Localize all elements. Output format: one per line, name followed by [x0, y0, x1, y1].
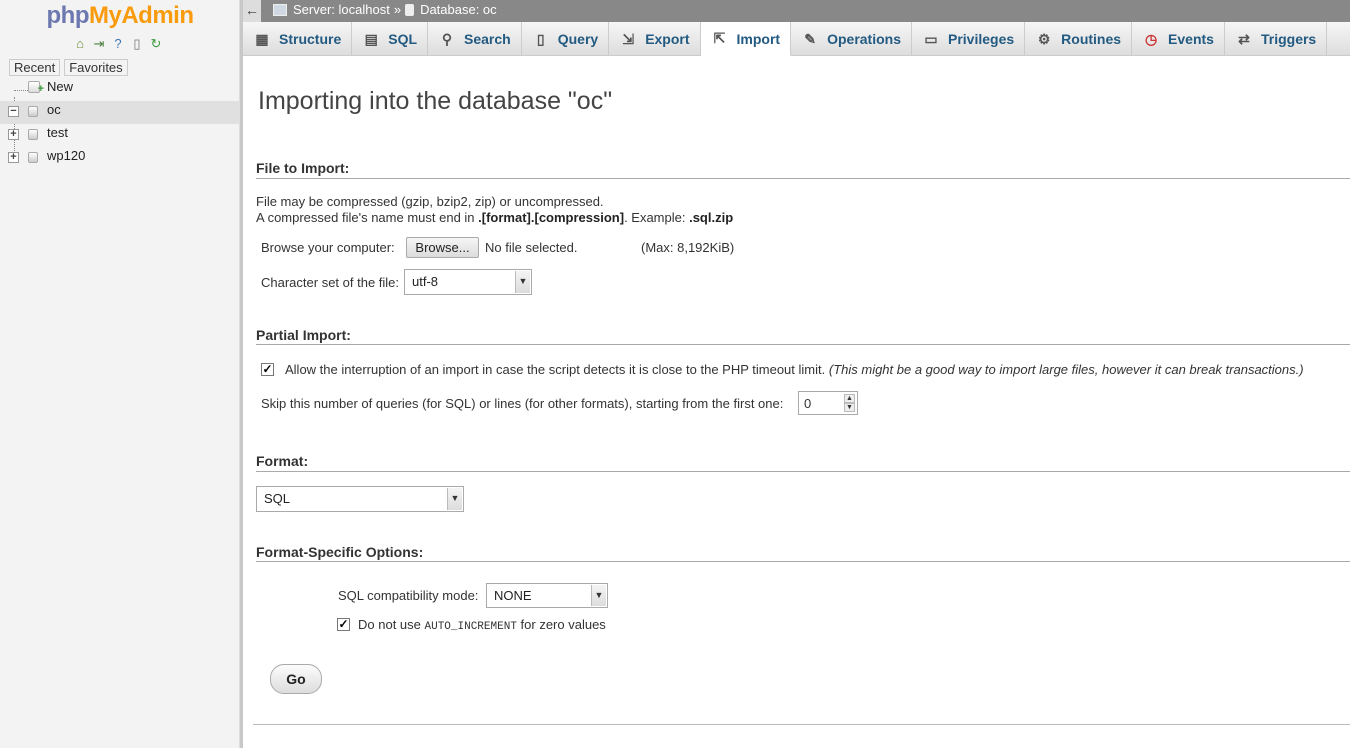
- database-tree: New − oc + test + wp120: [0, 78, 240, 170]
- tab-routines[interactable]: ⚙ Routines: [1025, 22, 1133, 56]
- no-auto-increment-label[interactable]: Do not use AUTO_INCREMENT for zero value…: [358, 617, 606, 633]
- partial-import-heading: Partial Import:: [256, 327, 351, 343]
- import-page: Importing into the database "oc" File to…: [243, 57, 1350, 748]
- section-divider: [253, 724, 1350, 725]
- tree-item-test[interactable]: + test: [0, 124, 240, 147]
- operations-icon: ✎: [804, 30, 816, 47]
- tab-export[interactable]: ⇲ Export: [609, 22, 701, 56]
- structure-icon: ▦: [255, 30, 269, 47]
- triggers-icon: ⇄: [1238, 30, 1250, 47]
- spin-up-icon[interactable]: ▲: [844, 394, 855, 403]
- tab-privileges[interactable]: ▭ Privileges: [912, 22, 1026, 56]
- tree-item-label[interactable]: test: [47, 124, 68, 142]
- quick-icons: ⌂ ⇥ ? ▯ ↻: [72, 36, 164, 54]
- compression-example: A compressed file's name must end in .[f…: [256, 210, 734, 225]
- section-divider: [256, 344, 1350, 345]
- section-divider: [256, 178, 1350, 179]
- tree-connector: [14, 90, 28, 91]
- main-tabs: ▦ Structure ▤ SQL ⚲ Search ▯ Query ⇲ Export ⇱…: [243, 22, 1350, 56]
- favorites-tab[interactable]: Favorites: [64, 59, 128, 76]
- phpmyadmin-logo[interactable]: phpMyAdmin: [0, 2, 240, 30]
- privileges-icon: ▭: [924, 30, 938, 47]
- docs-icon[interactable]: ▯: [129, 36, 145, 52]
- tab-triggers[interactable]: ⇄ Triggers: [1225, 22, 1328, 56]
- tree-item-oc[interactable]: − oc: [0, 101, 240, 124]
- compat-mode-select[interactable]: NONE ▼: [486, 583, 608, 608]
- tab-operations[interactable]: ✎ Operations: [791, 22, 912, 56]
- allow-interrupt-label[interactable]: Allow the interruption of an import in c…: [285, 362, 1304, 377]
- logout-icon[interactable]: ⇥: [91, 36, 107, 52]
- import-icon: ⇱: [713, 30, 726, 46]
- tab-sql[interactable]: ▤ SQL: [352, 22, 429, 56]
- skip-queries-label: Skip this number of queries (for SQL) or…: [261, 396, 784, 411]
- format-select[interactable]: SQL ▼: [256, 486, 464, 512]
- file-to-import-heading: File to Import:: [256, 160, 350, 176]
- tree-item-label[interactable]: New: [47, 78, 73, 96]
- tab-structure[interactable]: ▦ Structure: [243, 22, 353, 56]
- expand-icon[interactable]: +: [8, 152, 19, 163]
- max-upload-size: (Max: 8,192KiB): [641, 240, 735, 255]
- home-icon[interactable]: ⌂: [72, 36, 88, 52]
- database-icon: [28, 152, 38, 163]
- tree-item-wp120[interactable]: + wp120: [0, 147, 240, 170]
- chevron-down-icon: ▼: [447, 488, 462, 510]
- spin-down-icon[interactable]: ▼: [844, 403, 855, 412]
- skip-queries-input[interactable]: 0 ▲ ▼: [798, 391, 858, 415]
- charset-label: Character set of the file:: [261, 275, 400, 290]
- file-status: No file selected.: [485, 240, 578, 255]
- navigation-panel: phpMyAdmin ⌂ ⇥ ? ▯ ↻ Recent Favorites Ne…: [0, 0, 240, 748]
- new-database-icon: [28, 80, 44, 98]
- tab-events[interactable]: ◷ Events: [1132, 22, 1225, 56]
- breadcrumb: Server: localhost » Database: oc: [273, 1, 497, 19]
- format-options-heading: Format-Specific Options:: [256, 544, 424, 560]
- breadcrumb-separator: »: [393, 2, 402, 17]
- events-icon: ◷: [1144, 30, 1158, 47]
- collapse-sidebar-button[interactable]: ←: [243, 0, 261, 22]
- section-divider: [256, 471, 1350, 472]
- browse-file-button[interactable]: Browse...: [406, 237, 479, 258]
- format-heading: Format:: [256, 453, 309, 469]
- tab-import[interactable]: ⇱ Import: [700, 22, 792, 56]
- recent-tab[interactable]: Recent: [9, 59, 61, 76]
- database-icon: [28, 106, 38, 117]
- sql-icon: ▤: [364, 30, 378, 47]
- query-icon: ▯: [536, 30, 545, 47]
- database-icon: [28, 129, 38, 140]
- compression-note: File may be compressed (gzip, bzip2, zip…: [256, 194, 604, 209]
- go-button[interactable]: Go: [270, 664, 322, 694]
- compat-mode-label: SQL compatibility mode:: [338, 588, 479, 603]
- reload-icon[interactable]: ↻: [148, 36, 164, 52]
- browse-label: Browse your computer:: [261, 240, 395, 255]
- chevron-down-icon: ▼: [515, 271, 530, 293]
- recent-favorites-tabs: Recent Favorites: [9, 59, 128, 76]
- breadcrumb-bar: ← Server: localhost » Database: oc: [243, 0, 1350, 22]
- breadcrumb-database[interactable]: Database: oc: [420, 1, 497, 19]
- chevron-down-icon: ▼: [591, 585, 606, 606]
- breadcrumb-server[interactable]: Server: localhost: [293, 1, 390, 19]
- server-icon: [273, 4, 287, 16]
- tab-query[interactable]: ▯ Query: [522, 22, 610, 56]
- allow-interrupt-checkbox[interactable]: ✓: [261, 363, 274, 376]
- routines-icon: ⚙: [1037, 30, 1051, 47]
- tree-item-label[interactable]: oc: [47, 101, 61, 119]
- no-auto-increment-checkbox[interactable]: ✓: [337, 618, 350, 631]
- search-icon: ⚲: [441, 30, 453, 47]
- charset-select[interactable]: utf-8 ▼: [404, 269, 532, 295]
- help-icon[interactable]: ?: [110, 36, 126, 52]
- tab-search[interactable]: ⚲ Search: [428, 22, 522, 56]
- section-divider: [256, 561, 1350, 562]
- tree-item-new[interactable]: New: [0, 78, 240, 101]
- database-icon: [405, 4, 415, 16]
- expand-icon[interactable]: +: [8, 129, 19, 140]
- tree-item-label[interactable]: wp120: [47, 147, 85, 165]
- page-title: Importing into the database "oc": [258, 87, 613, 115]
- export-icon: ⇲: [622, 30, 635, 47]
- collapse-icon[interactable]: −: [8, 106, 19, 117]
